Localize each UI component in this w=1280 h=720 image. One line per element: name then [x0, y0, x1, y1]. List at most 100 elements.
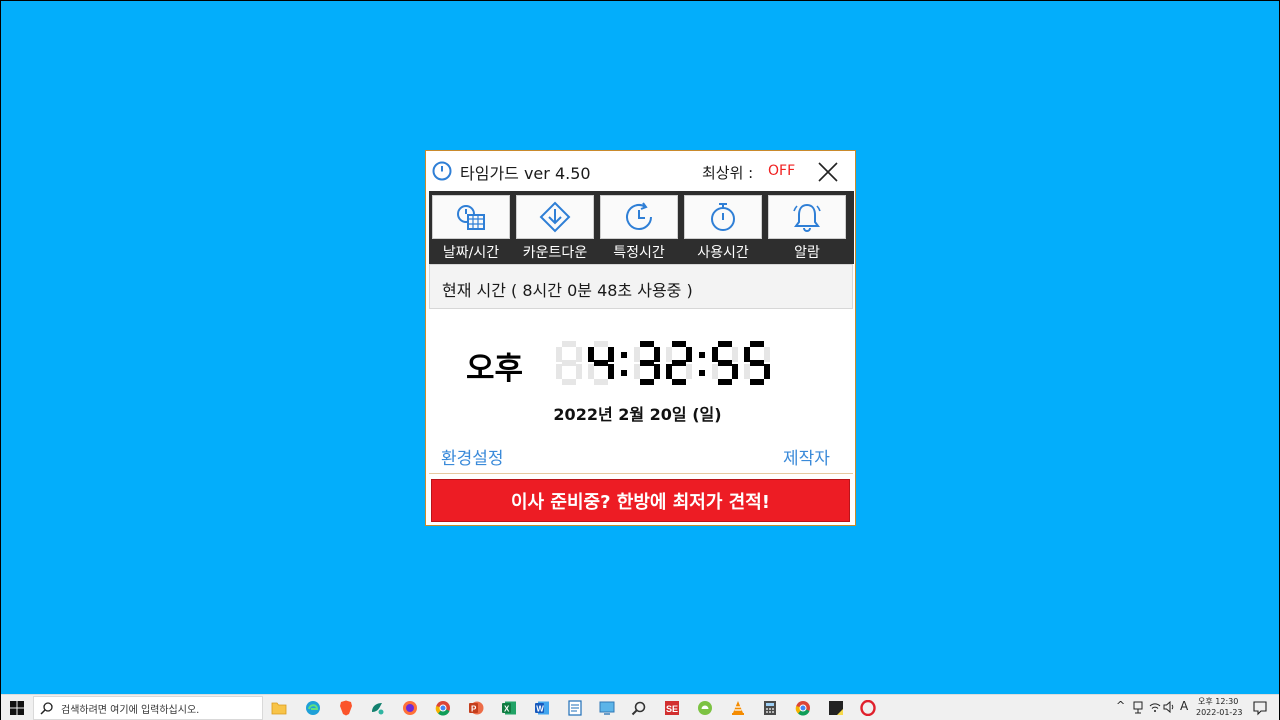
taskbar-clock-date[interactable]: 2022-01-23 [1196, 708, 1243, 717]
clock-app-icon [432, 161, 452, 181]
lcd-segment-off [576, 347, 582, 362]
android-icon[interactable] [695, 698, 715, 718]
lcd-segment-on [654, 364, 660, 379]
lcd-segment-off [594, 379, 608, 385]
download-arrow-icon [539, 201, 571, 233]
lcd-segment-on [666, 364, 672, 379]
app-title: 타임가드 ver 4.50 [460, 164, 591, 183]
tool-countdown[interactable]: 카운트다운 [513, 191, 594, 264]
lcd-segment-off [712, 364, 718, 379]
chrome-icon[interactable] [433, 698, 453, 718]
ime-indicator[interactable]: A [1180, 699, 1188, 713]
svg-text:SE: SE [666, 704, 678, 714]
toolbar: 날짜/시간 카운트다운 특정시간 사용시간 알람 [429, 191, 854, 264]
tool-date-time-box [432, 195, 510, 239]
taskbar-search-input[interactable]: 검색하려면 여기에 입력하십시오. [33, 696, 263, 720]
display-icon[interactable] [597, 698, 617, 718]
title-bar[interactable]: 타임가드 ver 4.50 최상위 : OFF [426, 151, 855, 191]
stopwatch-icon [711, 203, 735, 231]
settings-link[interactable]: 환경설정 [441, 444, 504, 469]
chrome-icon[interactable] [793, 698, 813, 718]
timeguard-window: 타임가드 ver 4.50 최상위 : OFF 날짜/시간 카운트다운 특정시간… [425, 150, 856, 526]
tool-specific-time-box [600, 195, 678, 239]
notification-icon[interactable] [1252, 700, 1268, 716]
lcd-segment-off [634, 347, 640, 362]
lcd-segment-on [640, 379, 654, 385]
chevron-up-icon[interactable]: ^ [1116, 699, 1125, 712]
lcd-segment-off [562, 360, 576, 366]
app-icon[interactable] [367, 698, 387, 718]
tool-specific-time-label: 특정시간 [613, 245, 665, 261]
windows-start-icon[interactable] [9, 700, 25, 716]
tool-usage-time-label: 사용시간 [697, 245, 749, 261]
file-explorer-icon[interactable] [269, 698, 289, 718]
tool-usage-time[interactable]: 사용시간 [681, 191, 762, 264]
lcd-segment-on [608, 347, 614, 362]
lcd-segment-off [764, 347, 770, 362]
tool-countdown-box [516, 195, 594, 239]
lcd-segment-on [672, 379, 686, 385]
sticky-notes-icon[interactable] [826, 698, 846, 718]
lcd-clock-display [556, 341, 770, 385]
calculator-icon[interactable] [760, 698, 780, 718]
lcd-segment-on [744, 347, 750, 362]
firefox-icon[interactable] [400, 698, 420, 718]
lcd-segment-on [718, 360, 732, 366]
opera-icon[interactable] [858, 698, 878, 718]
lcd-segment-on [594, 360, 608, 366]
edge-icon[interactable] [303, 698, 323, 718]
lcd-colon-dot [699, 370, 705, 376]
lcd-segment-on [750, 341, 764, 347]
vlc-icon[interactable] [728, 698, 748, 718]
topmost-toggle[interactable]: OFF [768, 163, 795, 179]
search-app-icon[interactable] [629, 698, 649, 718]
banner-text: 이사 준비중? 한방에 최저가 견적! [511, 491, 770, 513]
taskbar-clock-time[interactable]: 오후 12:30 [1198, 696, 1238, 707]
date-label: 2022년 2월 20일 (일) [553, 405, 722, 424]
lcd-segment-on [640, 341, 654, 347]
bell-icon [793, 203, 821, 232]
lcd-segment-on [686, 347, 692, 362]
svg-text:P: P [471, 705, 477, 714]
lcd-segment-on [718, 341, 732, 347]
lcd-segment-off [732, 347, 738, 362]
lcd-segment-on [750, 379, 764, 385]
notepad-icon[interactable] [565, 698, 585, 718]
powerpoint-icon[interactable]: P [466, 698, 486, 718]
lcd-colon-dot [621, 352, 627, 358]
svg-text:W: W [536, 705, 544, 714]
network-icon[interactable] [1132, 701, 1144, 714]
lcd-segment-on [732, 364, 738, 379]
close-icon[interactable] [816, 160, 840, 184]
usage-status-bar: 현재 시간 ( 8시간 0분 48초 사용중 ) [429, 264, 853, 309]
tool-date-time[interactable]: 날짜/시간 [429, 191, 510, 264]
lcd-segment-off [556, 364, 562, 379]
tool-date-time-label: 날짜/시간 [442, 245, 500, 261]
lcd-segment-on [672, 341, 686, 347]
tool-specific-time[interactable]: 특정시간 [597, 191, 678, 264]
tool-alarm[interactable]: 알람 [765, 191, 846, 264]
se-app-icon[interactable]: SE [662, 698, 682, 718]
lcd-segment-on [712, 347, 718, 362]
lcd-colon-dot [621, 370, 627, 376]
lcd-segment-on [608, 364, 614, 379]
lcd-segment-on [588, 347, 594, 362]
lcd-segment-off [576, 364, 582, 379]
lcd-segment-off [562, 341, 576, 347]
author-link[interactable]: 제작자 [783, 444, 830, 469]
moving-quote-banner[interactable]: 이사 준비중? 한방에 최저가 견적! [431, 479, 850, 522]
taskbar: 검색하려면 여기에 입력하십시오. P X W SE ^ A 오후 12:30 … [1, 694, 1279, 720]
wifi-icon[interactable] [1149, 701, 1161, 713]
lcd-segment-on [718, 379, 732, 385]
divider [429, 473, 853, 474]
lcd-segment-on [764, 364, 770, 379]
excel-icon[interactable]: X [499, 698, 519, 718]
lcd-segment-on [750, 360, 764, 366]
lcd-segment-on [672, 360, 686, 366]
brave-icon[interactable] [336, 698, 356, 718]
tool-alarm-label: 알람 [794, 245, 820, 261]
word-icon[interactable]: W [532, 698, 552, 718]
lcd-segment-off [562, 379, 576, 385]
search-placeholder: 검색하려면 여기에 입력하십시오. [61, 705, 200, 716]
speaker-icon[interactable] [1163, 701, 1175, 713]
